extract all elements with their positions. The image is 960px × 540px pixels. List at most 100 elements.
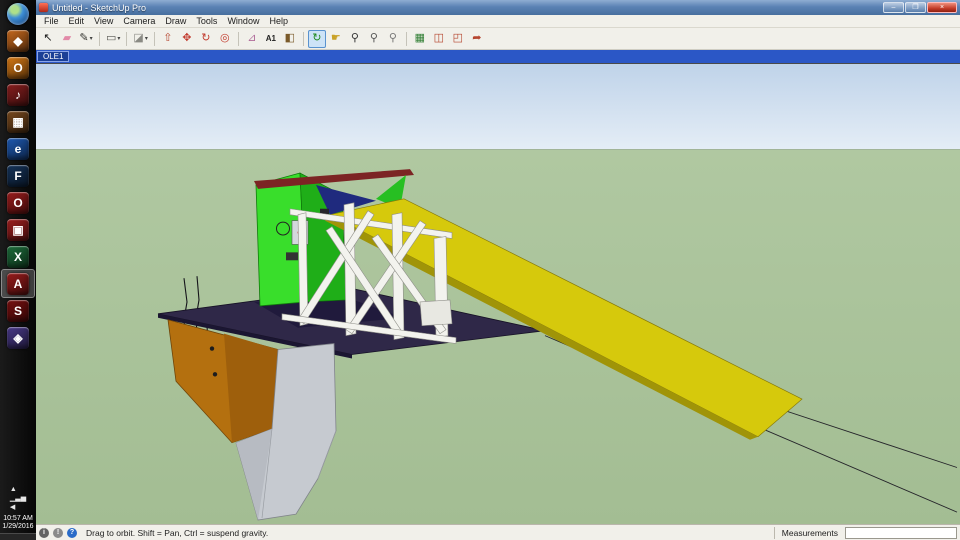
select-tool-icon: ↖	[43, 32, 53, 44]
toolbar-separator	[99, 31, 100, 46]
shapes-tool-icon: ▭	[106, 32, 117, 44]
excel-icon[interactable]: X	[2, 243, 34, 270]
send-to-layout-tool-icon: ➦	[472, 32, 482, 44]
select-tool[interactable]: ↖	[39, 30, 57, 48]
hidden-icons-button[interactable]: ▲	[10, 485, 26, 494]
model-info-icon[interactable]: i	[39, 527, 49, 538]
statusbar-separator	[773, 526, 775, 539]
section-plane-tool[interactable]: ◰	[449, 30, 467, 48]
orbit-tool[interactable]: ↻	[307, 29, 326, 48]
title-bar[interactable]: Untitled - SketchUp Pro – ❐ ×	[36, 0, 960, 15]
minimize-button[interactable]: –	[883, 2, 904, 13]
app-icon-1-glyph: ◆	[7, 29, 29, 52]
firefox-icon[interactable]: F	[2, 162, 34, 189]
credits-icon[interactable]: !	[53, 527, 63, 538]
offset-tool[interactable]: ◎	[216, 30, 234, 48]
maximize-button[interactable]: ❐	[905, 2, 926, 13]
paint-bucket-tool[interactable]: ◧	[281, 30, 299, 48]
app-icon-3-glyph: ♪	[7, 83, 29, 106]
windows-taskbar: ◆ O ♪ ▦ e F O ▣ X A S ◈ ▲ ▁▃▅ ◀ 10:57 AM 1/29/2016	[0, 0, 36, 540]
sandbox-tool[interactable]: ◪ ▾	[131, 30, 149, 48]
views-tool[interactable]: ▦	[411, 30, 429, 48]
menu-file[interactable]: File	[39, 16, 64, 26]
adobe-icon[interactable]: ▣	[2, 216, 34, 243]
text-tool-icon: A1	[265, 33, 276, 43]
toolbar-separator	[405, 31, 407, 46]
model-scene	[36, 64, 960, 524]
text-tool[interactable]: A1	[262, 30, 280, 48]
line-tool-dropdown[interactable]: ▾	[90, 35, 93, 42]
adobe-reader-icon-glyph: A	[7, 272, 29, 295]
app-icon-1[interactable]: ◆	[2, 27, 34, 54]
internet-explorer-icon[interactable]: e	[2, 135, 34, 162]
network-icon[interactable]: ▁▃▅	[10, 494, 26, 503]
app-icon-4-glyph: ▦	[7, 110, 29, 133]
internet-explorer-icon-glyph: e	[7, 137, 29, 160]
clock-time: 10:57 AM	[3, 515, 33, 522]
flash-icon-glyph: S	[7, 299, 29, 322]
close-button[interactable]: ×	[927, 2, 957, 13]
app-icon-2-glyph: O	[7, 56, 29, 79]
zoom-tool[interactable]: ⚲	[346, 30, 364, 48]
sandbox-tool-icon: ◪	[133, 32, 144, 44]
rotate-tool-icon: ↻	[201, 32, 211, 44]
offset-tool-icon: ◎	[220, 32, 230, 44]
orbit-tool-icon: ↻	[312, 32, 322, 44]
menu-bar: File Edit View Camera Draw Tools Window Help	[36, 15, 960, 28]
status-bar: i!? Drag to orbit. Shift = Pan, Ctrl = s…	[36, 524, 960, 540]
menu-help[interactable]: Help	[264, 16, 293, 26]
measurements-input[interactable]	[845, 526, 957, 539]
toolbar-separator	[153, 31, 155, 46]
line-tool-icon: ✎	[79, 32, 89, 44]
adobe-icon-glyph: ▣	[7, 218, 29, 241]
shapes-tool-dropdown[interactable]: ▾	[117, 35, 120, 42]
toolbar-separator	[126, 31, 128, 46]
excel-icon-glyph: X	[7, 245, 29, 268]
viewport-canvas[interactable]	[36, 63, 960, 524]
app-icon-4[interactable]: ▦	[2, 108, 34, 135]
pan-tool-icon: ☛	[330, 32, 341, 44]
ole-band: OLE1	[36, 50, 960, 63]
taskbar-apps: ◆ O ♪ ▦ e F O ▣ X A S ◈	[1, 27, 35, 351]
volume-icon[interactable]: ◀	[10, 503, 26, 512]
menu-view[interactable]: View	[89, 16, 118, 26]
status-hint: Drag to orbit. Shift = Pan, Ctrl = suspe…	[86, 527, 269, 538]
rotate-tool[interactable]: ↻	[197, 30, 215, 48]
paint-bucket-tool-icon: ◧	[284, 32, 296, 44]
menu-window[interactable]: Window	[222, 16, 264, 26]
eraser-tool[interactable]: ▰	[58, 30, 76, 48]
app-icon-12-glyph: ◈	[7, 326, 29, 349]
zoom-extents-tool[interactable]: ⚲	[384, 30, 402, 48]
shapes-tool[interactable]: ▭ ▾	[104, 30, 122, 48]
menu-draw[interactable]: Draw	[160, 16, 191, 26]
app-icon-12[interactable]: ◈	[2, 324, 34, 351]
pan-tool[interactable]: ☛	[327, 30, 345, 48]
geolocation-icon[interactable]: ?	[67, 527, 77, 538]
menu-tools[interactable]: Tools	[191, 16, 222, 26]
move-tool[interactable]: ✥	[178, 30, 196, 48]
taskbar-clock[interactable]: 10:57 AM 1/29/2016	[2, 515, 33, 531]
zoom-tool-icon: ⚲	[350, 32, 359, 44]
tape-measure-tool[interactable]: ⊿	[243, 30, 261, 48]
start-button[interactable]	[7, 3, 29, 25]
line-tool[interactable]: ✎ ▾	[77, 30, 95, 48]
pushpull-tool[interactable]: ⇧	[159, 30, 177, 48]
zoom-window-tool[interactable]: ⚲	[365, 30, 383, 48]
pushpull-tool-icon: ⇧	[163, 32, 173, 44]
sketchup-app-icon	[39, 3, 48, 12]
shadows-tool[interactable]: ◫	[430, 30, 448, 48]
sandbox-tool-dropdown[interactable]: ▾	[145, 35, 148, 42]
clock-date: 1/29/2016	[2, 523, 34, 530]
app-icon-3[interactable]: ♪	[2, 81, 34, 108]
menu-camera[interactable]: Camera	[118, 16, 160, 26]
opera-icon-glyph: O	[7, 191, 29, 214]
move-tool-icon: ✥	[182, 32, 192, 44]
menu-edit[interactable]: Edit	[64, 16, 90, 26]
show-desktop-button[interactable]	[0, 533, 36, 540]
firefox-icon-glyph: F	[7, 164, 29, 187]
flash-icon[interactable]: S	[2, 297, 34, 324]
opera-icon[interactable]: O	[2, 189, 34, 216]
app-icon-2[interactable]: O	[2, 54, 34, 81]
adobe-reader-icon[interactable]: A	[1, 269, 35, 298]
send-to-layout-tool[interactable]: ➦	[468, 30, 486, 48]
